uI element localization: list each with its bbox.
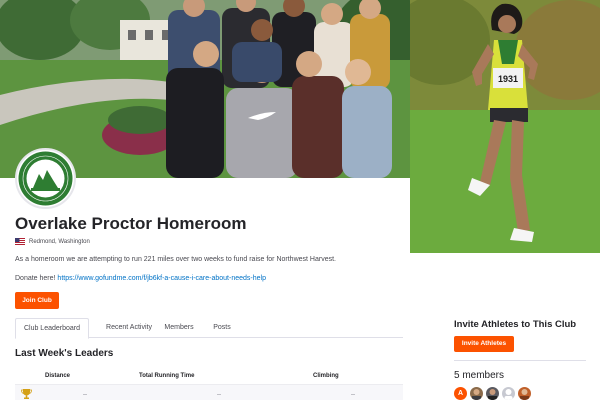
column-distance[interactable]: Distance [45,373,70,379]
cell-distance: -- [83,392,87,398]
avatar[interactable] [518,387,531,400]
club-location: Redmond, Washington [15,238,90,245]
tab-members[interactable]: Members [159,318,199,338]
club-logo [15,148,76,209]
cell-running-time: -- [217,392,221,398]
trophy-icon [21,389,32,399]
donate-prefix: Donate here! [15,275,58,282]
tab-club-leaderboard[interactable]: Club Leaderboard [15,318,89,339]
leaders-title: Last Week's Leaders [15,348,114,359]
tab-posts[interactable]: Posts [207,318,237,338]
column-running-time[interactable]: Total Running Time [139,373,194,379]
avatar[interactable] [470,387,483,400]
leaderboard-header: Distance Total Running Time Climbing [15,373,403,383]
invite-athletes-title: Invite Athletes to This Club [454,319,577,330]
invite-athletes-button[interactable]: Invite Athletes [454,336,514,352]
avatar[interactable]: A [454,387,467,400]
donate-link[interactable]: https://www.gofundme.com/f/jb6kf-a-cause… [57,275,266,282]
cover-photo-runner: 1931 [410,0,600,253]
join-club-button[interactable]: Join Club [15,292,59,309]
club-name: Overlake Proctor Homeroom [15,214,247,233]
tab-recent-activity[interactable]: Recent Activity [89,318,169,338]
column-climbing[interactable]: Climbing [313,373,339,379]
avatar[interactable] [502,387,515,400]
cell-climbing: -- [351,392,355,398]
member-avatars: A [454,387,531,400]
members-count[interactable]: 5 members [454,370,504,381]
sidebar-divider [454,360,586,361]
location-text: Redmond, Washington [29,238,90,245]
us-flag-icon [15,238,25,245]
donate-line: Donate here! https://www.gofundme.com/f/… [15,275,266,282]
club-tabs: Club Leaderboard Recent Activity Members… [15,318,403,339]
avatar[interactable] [486,387,499,400]
club-description: As a homeroom we are attempting to run 2… [15,256,336,263]
runner-bib-number: 1931 [498,74,518,84]
leaderboard-row: -- -- -- [15,384,403,400]
